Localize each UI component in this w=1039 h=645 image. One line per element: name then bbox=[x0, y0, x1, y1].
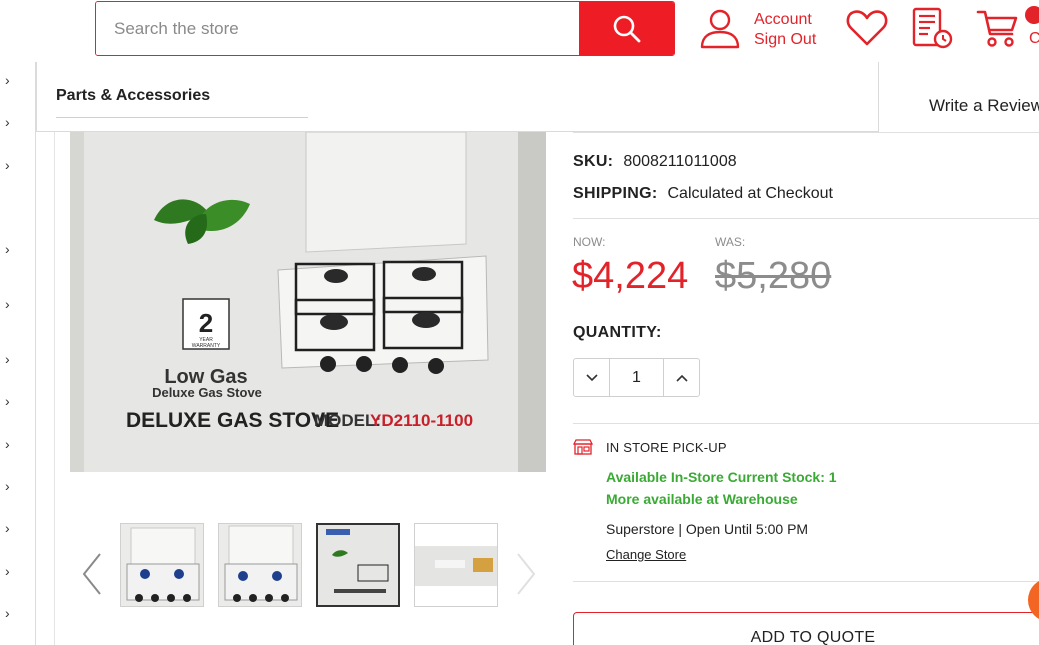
chevron-right-icon[interactable]: › bbox=[5, 241, 10, 257]
account-icon[interactable] bbox=[698, 6, 742, 50]
box-model-code: YD2110-1100 bbox=[370, 411, 473, 430]
cart-count-badge bbox=[1025, 6, 1039, 24]
chevron-up-icon bbox=[675, 374, 688, 382]
search-button[interactable] bbox=[579, 2, 674, 55]
warranty-number: 2 bbox=[199, 308, 213, 338]
change-store-link[interactable]: Change Store bbox=[606, 547, 686, 562]
product-page: Account Sign Out C › › › › › bbox=[0, 0, 1039, 645]
quote-list-icon[interactable] bbox=[910, 6, 954, 50]
cart-icon[interactable] bbox=[976, 6, 1020, 50]
divider bbox=[573, 132, 1039, 133]
now-price-label: NOW: bbox=[573, 235, 606, 249]
pickup-title: IN STORE PICK-UP bbox=[606, 440, 727, 455]
chevron-right-icon[interactable]: › bbox=[5, 520, 10, 536]
dropdown-item-parts-accessories[interactable]: Parts & Accessories bbox=[56, 87, 210, 105]
thumbnail[interactable] bbox=[218, 523, 302, 607]
sidebar-divider bbox=[54, 130, 55, 645]
quantity-input[interactable] bbox=[610, 359, 663, 396]
chevron-left-icon[interactable] bbox=[78, 550, 106, 598]
category-dropdown: Parts & Accessories bbox=[36, 62, 879, 132]
warehouse-status: More available at Warehouse bbox=[606, 491, 798, 507]
account-links: Account Sign Out bbox=[754, 10, 816, 50]
store-hours: Superstore | Open Until 5:00 PM bbox=[606, 521, 809, 537]
box-title: DELUXE GAS STOVE bbox=[126, 409, 339, 432]
thumbnail-image bbox=[121, 524, 203, 606]
cart-label[interactable]: C bbox=[1029, 30, 1039, 48]
quantity-increase-button[interactable] bbox=[663, 359, 699, 396]
chevron-right-icon[interactable]: › bbox=[5, 563, 10, 579]
thumbnail-image bbox=[318, 525, 398, 605]
add-to-quote-button[interactable]: ADD TO QUOTE bbox=[573, 612, 1039, 645]
thumbnail-active[interactable] bbox=[316, 523, 400, 607]
chevron-down-icon bbox=[585, 373, 598, 381]
chevron-right-icon[interactable]: › bbox=[5, 157, 10, 173]
thumbnail[interactable] bbox=[414, 523, 498, 607]
quantity-label: QUANTITY: bbox=[573, 324, 662, 341]
chevron-right-icon[interactable]: › bbox=[5, 72, 10, 88]
thumbnail[interactable] bbox=[120, 523, 204, 607]
warranty-text: WARRANTY bbox=[192, 343, 221, 349]
chevron-right-icon[interactable]: › bbox=[5, 436, 10, 452]
divider bbox=[573, 423, 1039, 424]
shipping-value: Calculated at Checkout bbox=[667, 185, 833, 202]
quantity-decrease-button[interactable] bbox=[574, 359, 610, 396]
was-price: $5,280 bbox=[715, 255, 832, 297]
box-subheading: Deluxe Gas Stove bbox=[152, 385, 262, 400]
thumbnail-image bbox=[219, 524, 301, 606]
dropdown-divider bbox=[56, 117, 308, 118]
sign-out-link[interactable]: Sign Out bbox=[754, 30, 816, 50]
stove-box-illustration: 2 YEAR WARRANTY Low Gas Deluxe Gas Stove… bbox=[70, 132, 546, 472]
sku-value: 8008211011008 bbox=[623, 153, 737, 170]
product-main-image[interactable]: 2 YEAR WARRANTY Low Gas Deluxe Gas Stove… bbox=[70, 132, 546, 472]
search-icon bbox=[613, 15, 640, 42]
chevron-right-icon[interactable]: › bbox=[5, 351, 10, 367]
shipping-row: SHIPPING: Calculated at Checkout bbox=[573, 185, 833, 203]
site-header: Account Sign Out C bbox=[0, 0, 1039, 62]
divider bbox=[573, 581, 1039, 582]
store-icon bbox=[573, 439, 593, 455]
sku-label: SKU: bbox=[573, 153, 614, 170]
chevron-right-icon[interactable]: › bbox=[5, 296, 10, 312]
category-sidebar: › › › › › › › › › › › › bbox=[0, 62, 36, 645]
chevron-right-icon[interactable]: › bbox=[5, 393, 10, 409]
chevron-right-icon[interactable]: › bbox=[5, 114, 10, 130]
chevron-right-icon[interactable] bbox=[512, 550, 540, 598]
sku-row: SKU: 8008211011008 bbox=[573, 153, 737, 171]
chevron-right-icon[interactable]: › bbox=[5, 605, 10, 621]
quantity-stepper bbox=[573, 358, 700, 397]
divider bbox=[573, 218, 1039, 219]
stock-status: Available In-Store Current Stock: 1 bbox=[606, 469, 837, 485]
search-box bbox=[95, 1, 675, 56]
chevron-right-icon[interactable]: › bbox=[5, 478, 10, 494]
now-price: $4,224 bbox=[572, 255, 689, 297]
thumbnail-image bbox=[415, 524, 497, 606]
search-input[interactable] bbox=[96, 2, 581, 55]
heart-icon[interactable] bbox=[846, 8, 888, 48]
shipping-label: SHIPPING: bbox=[573, 185, 658, 202]
account-link[interactable]: Account bbox=[754, 10, 816, 30]
write-review-link[interactable]: Write a Review bbox=[929, 96, 1039, 116]
was-price-label: WAS: bbox=[715, 235, 746, 249]
